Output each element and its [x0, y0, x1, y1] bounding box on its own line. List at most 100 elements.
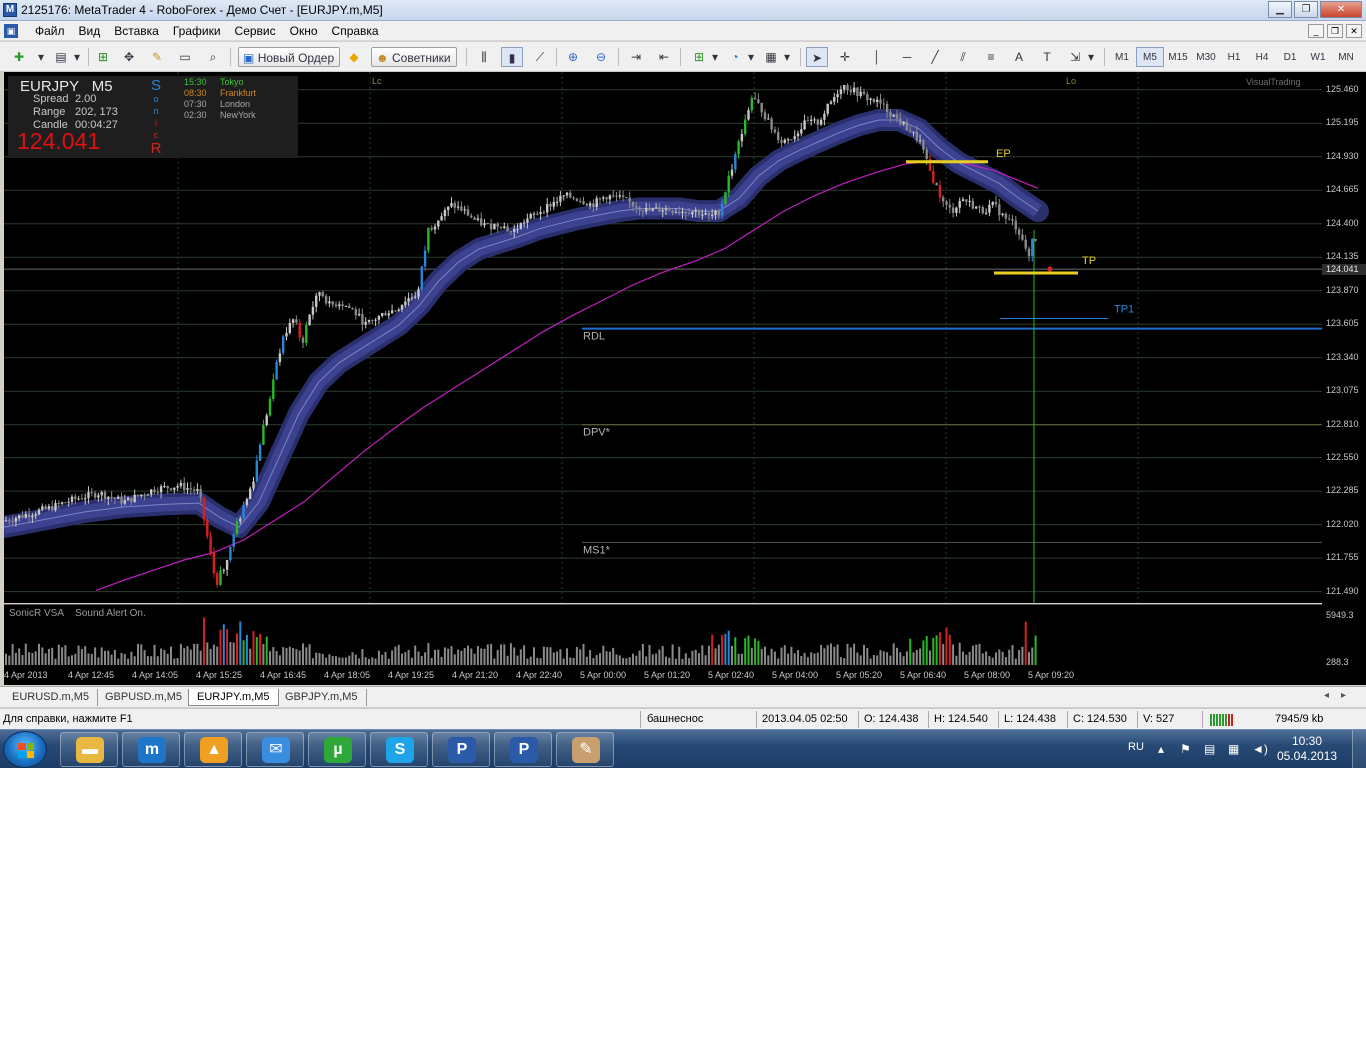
- chart-close-button[interactable]: ✕: [1346, 24, 1362, 38]
- taskbar-app-button[interactable]: µ: [308, 732, 366, 767]
- taskbar-app-button[interactable]: ▬: [60, 732, 118, 767]
- paint-icon: ✎: [572, 737, 600, 763]
- menu-view[interactable]: Вид: [72, 24, 108, 38]
- dropdown-icon[interactable]: ▾: [30, 47, 52, 67]
- dropdown-icon[interactable]: ▾: [704, 47, 726, 67]
- close-button[interactable]: ✕: [1320, 1, 1362, 18]
- candle-body: [404, 301, 407, 305]
- new-order-button[interactable]: ▣ Новый Ордер: [238, 47, 341, 67]
- tab-eurjpy[interactable]: EURJPY.m,M5: [188, 689, 279, 706]
- timeframe-w1[interactable]: W1: [1304, 47, 1332, 67]
- dropdown-icon[interactable]: ▾: [776, 47, 798, 67]
- taskbar-app-button[interactable]: P: [432, 732, 490, 767]
- strategy-tester-icon[interactable]: ⌕: [202, 47, 224, 67]
- menu-window[interactable]: Окно: [283, 24, 325, 38]
- volume-bar: [665, 656, 667, 665]
- candle-body: [836, 93, 839, 97]
- volume-icon[interactable]: ◄): [1252, 742, 1268, 756]
- volume-bar: [74, 653, 77, 665]
- candle-body: [288, 322, 291, 333]
- minimize-button[interactable]: ▁: [1268, 1, 1292, 18]
- candle-body: [770, 118, 773, 130]
- channel-icon[interactable]: ⫽: [952, 47, 974, 67]
- terminal-icon[interactable]: ▭: [174, 47, 196, 67]
- language-indicator[interactable]: RU: [1128, 741, 1144, 753]
- taskbar-clock[interactable]: 10:30 05.04.2013: [1272, 734, 1342, 764]
- device-icon[interactable]: ▤: [1204, 742, 1215, 756]
- taskbar-app-button[interactable]: m: [122, 732, 180, 767]
- volume-indicator-panel[interactable]: SonicR VSA Sound Alert On.: [4, 604, 1322, 666]
- chart-minimize-button[interactable]: _: [1308, 24, 1324, 38]
- market-watch-icon[interactable]: ⊞: [92, 47, 114, 67]
- menu-charts[interactable]: Графики: [166, 24, 228, 38]
- zoom-in-icon[interactable]: ⊕: [562, 47, 584, 67]
- line-chart-icon[interactable]: ⟋: [529, 47, 551, 67]
- volume-bar: [463, 648, 466, 665]
- tab-gbpusd[interactable]: GBPUSD.m,M5: [97, 689, 192, 706]
- tab-gbpjpy[interactable]: GBPJPY.m,M5: [277, 689, 367, 706]
- vertical-line-icon[interactable]: │: [866, 47, 888, 67]
- trendline-icon[interactable]: ╱: [924, 47, 946, 67]
- auto-scroll-icon[interactable]: ⇥: [625, 47, 647, 67]
- tab-scroll-arrows[interactable]: ◂▸: [1324, 690, 1358, 701]
- taskbar-app-button[interactable]: S: [370, 732, 428, 767]
- volume-bar: [90, 653, 93, 665]
- timeframe-m30[interactable]: M30: [1192, 47, 1220, 67]
- timeframe-d1[interactable]: D1: [1276, 47, 1304, 67]
- chart-restore-button[interactable]: ❐: [1327, 24, 1343, 38]
- timeframe-h4[interactable]: H4: [1248, 47, 1276, 67]
- menu-tools[interactable]: Сервис: [228, 24, 283, 38]
- action-center-flag-icon[interactable]: ⚑: [1180, 742, 1191, 756]
- candle-body: [582, 201, 585, 204]
- chart-shift-icon[interactable]: ⇤: [653, 47, 675, 67]
- taskbar-app-button[interactable]: ✎: [556, 732, 614, 767]
- timeframe-m1[interactable]: M1: [1108, 47, 1136, 67]
- data-window-icon[interactable]: ✎: [146, 47, 168, 67]
- horizontal-line-icon[interactable]: ─: [896, 47, 918, 67]
- crosshair-icon[interactable]: ✛: [834, 47, 856, 67]
- timeframe-h1[interactable]: H1: [1220, 47, 1248, 67]
- show-hidden-icons-icon[interactable]: ▴: [1158, 742, 1164, 756]
- text-label-icon[interactable]: T: [1036, 47, 1058, 67]
- maximize-button[interactable]: ❐: [1294, 1, 1318, 18]
- price-axis[interactable]: 5949.3 288.3 125.460 125.195 124.930 124.66…: [1322, 72, 1366, 685]
- timeframe-m5[interactable]: M5: [1136, 47, 1164, 67]
- candle-body: [608, 195, 612, 200]
- experts-button[interactable]: ☻ Советники: [371, 47, 457, 67]
- menu-help[interactable]: Справка: [325, 24, 386, 38]
- network-icon[interactable]: ▦: [1228, 742, 1239, 756]
- volume-bar: [938, 632, 941, 665]
- taskbar-app-button[interactable]: ▲: [184, 732, 242, 767]
- chart-window-icon[interactable]: ▣: [4, 24, 18, 38]
- menu-file[interactable]: Файл: [28, 24, 72, 38]
- candle-body: [806, 120, 810, 122]
- timeframe-m15[interactable]: M15: [1164, 47, 1192, 67]
- taskbar-app-button[interactable]: ✉: [246, 732, 304, 767]
- timeframe-mn[interactable]: MN: [1332, 47, 1360, 67]
- bar-chart-icon[interactable]: ⫼: [473, 47, 495, 67]
- navigator-icon[interactable]: ✥: [118, 47, 140, 67]
- candle-chart-icon[interactable]: ▮: [501, 47, 523, 67]
- dropdown-icon[interactable]: ▾: [740, 47, 762, 67]
- candle-body: [585, 203, 588, 206]
- candle-body: [522, 222, 526, 224]
- dropdown-icon[interactable]: ▾: [1080, 47, 1102, 67]
- candle-body: [351, 308, 354, 310]
- tab-eurusd[interactable]: EURUSD.m,M5: [4, 689, 99, 706]
- menu-insert[interactable]: Вставка: [107, 24, 166, 38]
- volume-bar: [641, 644, 644, 665]
- show-desktop-button[interactable]: [1352, 730, 1366, 769]
- fibonacci-icon[interactable]: ≡: [980, 47, 1002, 67]
- start-button[interactable]: [3, 731, 47, 768]
- taskbar-app-button[interactable]: P: [494, 732, 552, 767]
- text-icon[interactable]: A: [1008, 47, 1030, 67]
- new-chart-icon[interactable]: ✚: [8, 47, 30, 67]
- session-time: 08:30: [184, 88, 207, 98]
- alert-icon[interactable]: ◆: [343, 47, 365, 67]
- cursor-icon[interactable]: ➤: [806, 47, 828, 67]
- title-bar[interactable]: M 2125176: MetaTrader 4 - RoboForex - Де…: [0, 0, 1366, 21]
- volume-bar: [701, 645, 704, 665]
- volume-bar: [978, 643, 981, 665]
- dropdown-icon[interactable]: ▾: [66, 47, 88, 67]
- zoom-out-icon[interactable]: ⊖: [590, 47, 612, 67]
